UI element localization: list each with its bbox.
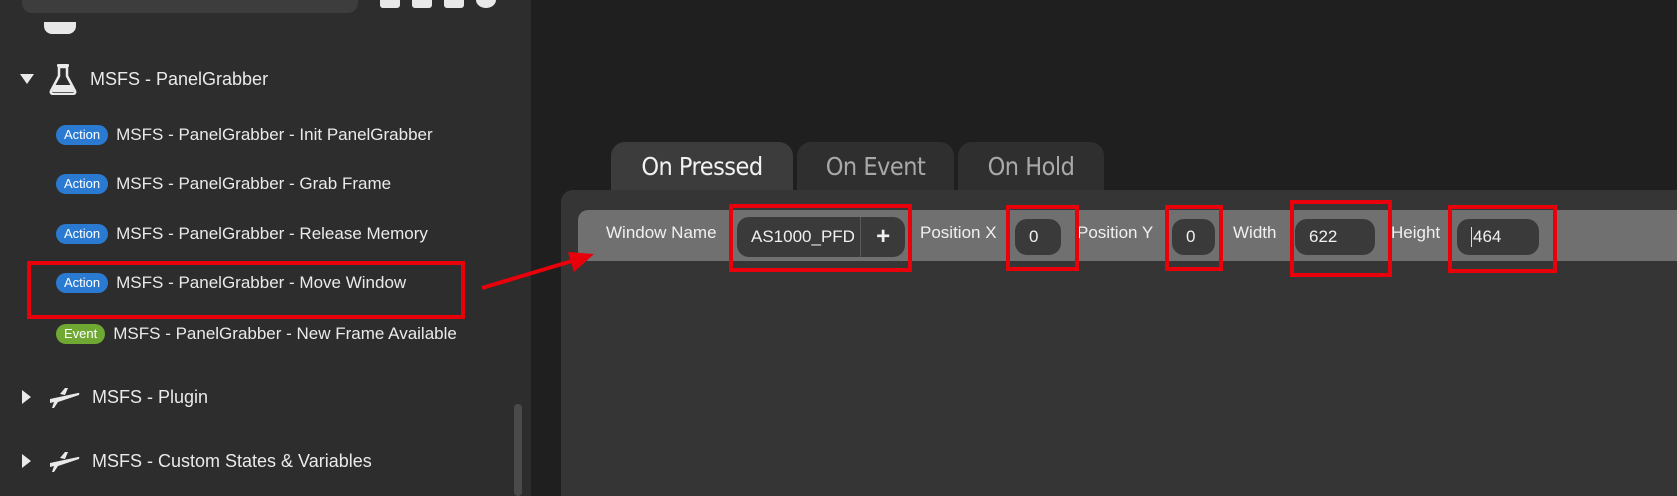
- red-arrow-annotation: [481, 252, 594, 290]
